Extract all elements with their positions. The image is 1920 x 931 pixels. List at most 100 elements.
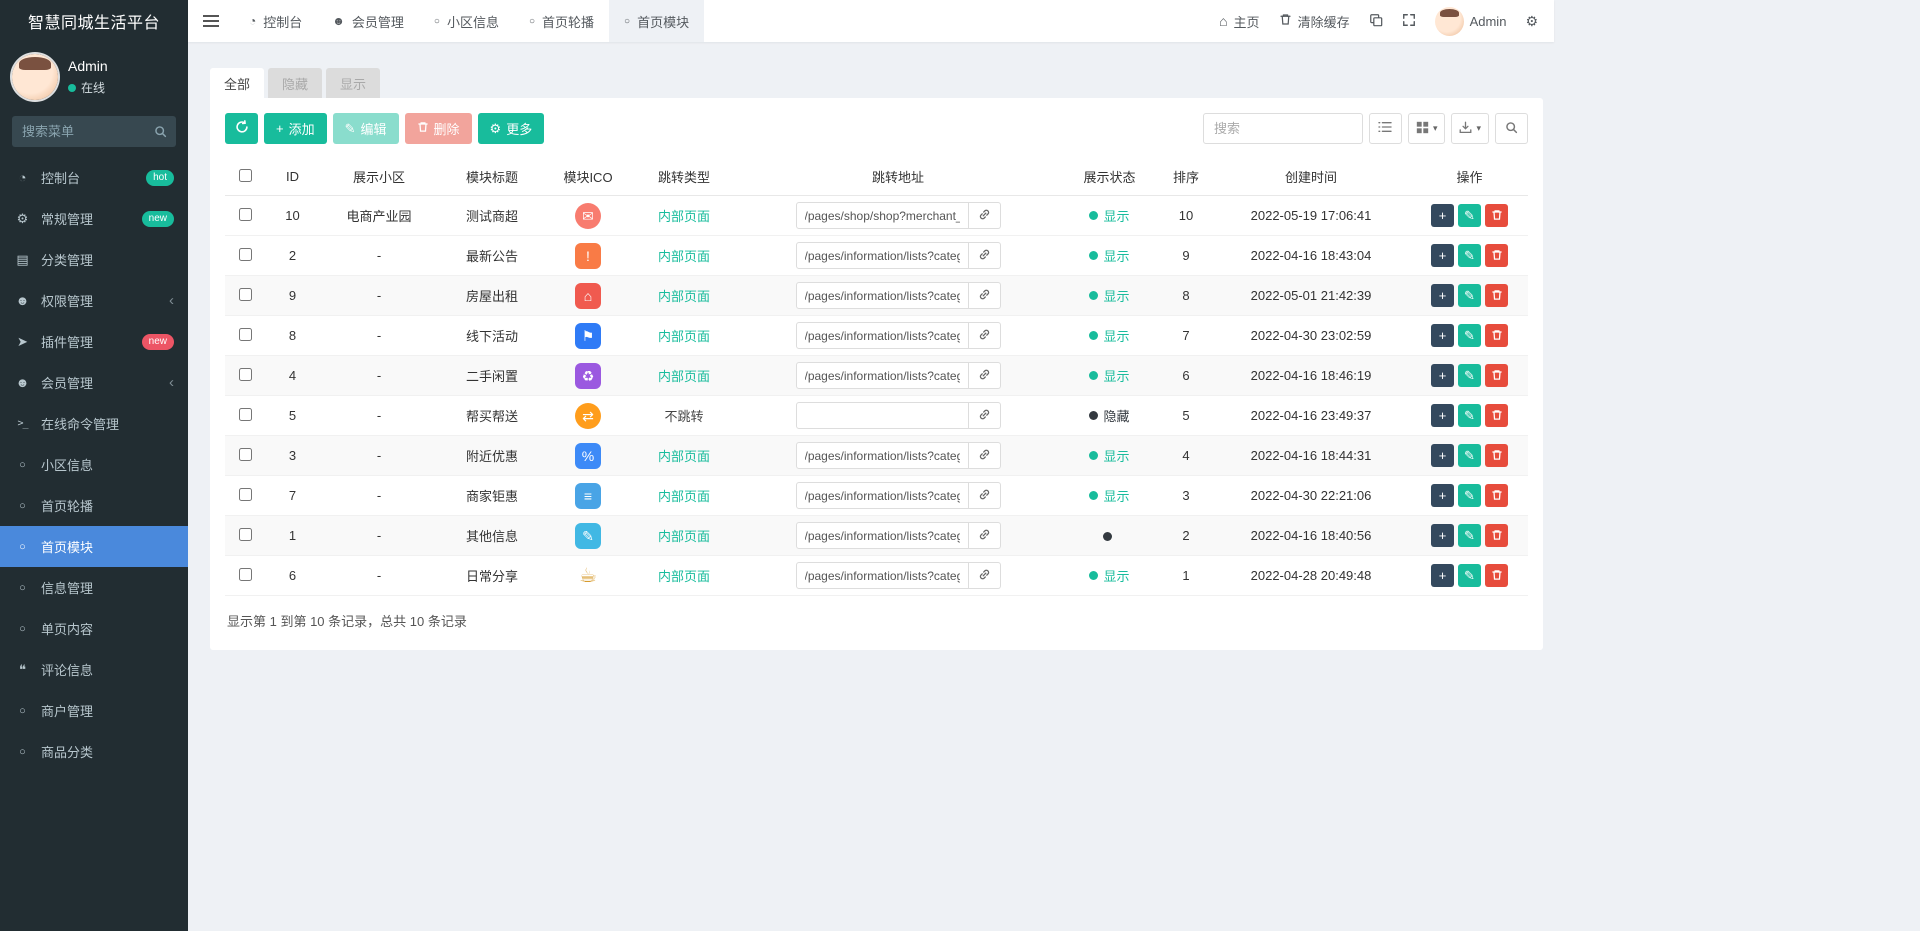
filter-tab-0[interactable]: 全部 xyxy=(210,68,265,98)
row-delete-button[interactable] xyxy=(1485,444,1508,467)
row-edit-button[interactable]: ✎ xyxy=(1458,284,1481,307)
row-detail-button[interactable]: + xyxy=(1431,564,1454,587)
link-button[interactable] xyxy=(968,402,1001,429)
nav-tab-0[interactable]: ◔ 控制台 xyxy=(234,0,317,42)
row-checkbox[interactable] xyxy=(238,287,252,301)
export-button[interactable]: ▾ xyxy=(1451,113,1489,144)
row-checkbox[interactable] xyxy=(238,407,252,421)
row-detail-button[interactable]: + xyxy=(1431,524,1454,547)
column-header-4[interactable]: 跳转类型 xyxy=(630,158,738,196)
nav-tab-3[interactable]: ○ 首页轮播 xyxy=(514,0,609,42)
row-detail-button[interactable]: + xyxy=(1431,244,1454,267)
row-checkbox[interactable] xyxy=(238,567,252,581)
column-header-9[interactable]: 操作 xyxy=(1411,158,1528,196)
row-checkbox[interactable] xyxy=(238,247,252,261)
nav-tab-1[interactable]: ☻ 会员管理 xyxy=(317,0,419,42)
column-header-3[interactable]: 模块ICO xyxy=(546,158,630,196)
link-button[interactable] xyxy=(968,242,1001,269)
column-header-7[interactable]: 排序 xyxy=(1161,158,1211,196)
sidebar-item-14[interactable]: ○ 商品分类 xyxy=(0,731,188,772)
column-header-2[interactable]: 模块标题 xyxy=(438,158,546,196)
row-edit-button[interactable]: ✎ xyxy=(1458,324,1481,347)
row-checkbox[interactable] xyxy=(238,447,252,461)
refresh-button[interactable] xyxy=(225,113,258,144)
row-detail-button[interactable]: + xyxy=(1431,204,1454,227)
language-toggle[interactable] xyxy=(1369,13,1383,30)
row-detail-button[interactable]: + xyxy=(1431,284,1454,307)
row-edit-button[interactable]: ✎ xyxy=(1458,444,1481,467)
nav-tab-4[interactable]: ○ 首页模块 xyxy=(609,0,705,42)
row-edit-button[interactable]: ✎ xyxy=(1458,484,1481,507)
jump-url-input[interactable] xyxy=(795,282,969,309)
sidebar-item-12[interactable]: ❝ 评论信息 xyxy=(0,649,188,690)
sidebar-item-0[interactable]: ◔ 控制台 hot xyxy=(0,157,188,198)
row-edit-button[interactable]: ✎ xyxy=(1458,404,1481,427)
nav-tab-2[interactable]: ○ 小区信息 xyxy=(419,0,514,42)
row-detail-button[interactable]: + xyxy=(1431,364,1454,387)
delete-button[interactable]: 删除 xyxy=(404,113,472,144)
row-delete-button[interactable] xyxy=(1485,204,1508,227)
link-button[interactable] xyxy=(968,322,1001,349)
jump-url-input[interactable] xyxy=(795,442,969,469)
jump-url-input[interactable] xyxy=(795,202,969,229)
jump-url-input[interactable] xyxy=(795,562,969,589)
column-header-0[interactable]: ID xyxy=(265,158,320,196)
row-edit-button[interactable]: ✎ xyxy=(1458,204,1481,227)
home-link[interactable]: ⌂ 主页 xyxy=(1219,12,1259,31)
settings-button[interactable]: ⚙ xyxy=(1525,14,1538,28)
sidebar-item-11[interactable]: ○ 单页内容 xyxy=(0,608,188,649)
jump-url-input[interactable] xyxy=(795,482,969,509)
row-checkbox[interactable] xyxy=(238,487,252,501)
advanced-search-button[interactable] xyxy=(1495,113,1528,144)
clear-cache-link[interactable]: 清除缓存 xyxy=(1279,12,1350,31)
add-button[interactable]: + 添加 xyxy=(264,113,327,144)
link-button[interactable] xyxy=(968,562,1001,589)
row-delete-button[interactable] xyxy=(1485,564,1508,587)
row-delete-button[interactable] xyxy=(1485,484,1508,507)
avatar[interactable] xyxy=(12,54,58,100)
user-menu[interactable]: Admin xyxy=(1434,6,1506,36)
edit-button[interactable]: ✎ 编辑 xyxy=(332,113,399,144)
row-checkbox[interactable] xyxy=(238,207,252,221)
jump-url-input[interactable] xyxy=(795,362,969,389)
row-edit-button[interactable]: ✎ xyxy=(1458,364,1481,387)
row-delete-button[interactable] xyxy=(1485,244,1508,267)
jump-url-input[interactable] xyxy=(795,402,969,429)
sidebar-item-3[interactable]: ☻ 权限管理 ‹ xyxy=(0,280,188,321)
link-button[interactable] xyxy=(968,442,1001,469)
column-header-1[interactable]: 展示小区 xyxy=(320,158,438,196)
menu-search-input[interactable] xyxy=(12,116,176,147)
sidebar-item-7[interactable]: ○ 小区信息 xyxy=(0,444,188,485)
row-edit-button[interactable]: ✎ xyxy=(1458,564,1481,587)
jump-url-input[interactable] xyxy=(795,322,969,349)
column-header-5[interactable]: 跳转地址 xyxy=(738,158,1058,196)
columns-button[interactable]: ▾ xyxy=(1407,113,1446,144)
row-detail-button[interactable]: + xyxy=(1431,484,1454,507)
sidebar-item-9[interactable]: ○ 首页模块 xyxy=(0,526,188,567)
sidebar-item-10[interactable]: ○ 信息管理 xyxy=(0,567,188,608)
link-button[interactable] xyxy=(968,202,1001,229)
select-all-checkbox[interactable] xyxy=(238,168,252,182)
row-detail-button[interactable]: + xyxy=(1431,444,1454,467)
filter-tab-1[interactable]: 隐藏 xyxy=(268,68,323,98)
jump-url-input[interactable] xyxy=(795,522,969,549)
sidebar-item-8[interactable]: ○ 首页轮播 xyxy=(0,485,188,526)
sidebar-item-5[interactable]: ☻ 会员管理 ‹ xyxy=(0,362,188,403)
link-button[interactable] xyxy=(968,282,1001,309)
row-checkbox[interactable] xyxy=(238,327,252,341)
column-header-6[interactable]: 展示状态 xyxy=(1058,158,1161,196)
link-button[interactable] xyxy=(968,522,1001,549)
more-button[interactable]: ⚙ 更多 xyxy=(477,113,545,144)
sidebar-item-2[interactable]: ▤ 分类管理 xyxy=(0,239,188,280)
sidebar-item-13[interactable]: ○ 商户管理 xyxy=(0,690,188,731)
row-delete-button[interactable] xyxy=(1485,284,1508,307)
row-delete-button[interactable] xyxy=(1485,404,1508,427)
view-list-button[interactable] xyxy=(1368,113,1402,144)
row-delete-button[interactable] xyxy=(1485,364,1508,387)
row-detail-button[interactable]: + xyxy=(1431,404,1454,427)
row-edit-button[interactable]: ✎ xyxy=(1458,524,1481,547)
table-search-input[interactable] xyxy=(1202,113,1363,144)
filter-tab-2[interactable]: 显示 xyxy=(326,68,381,98)
sidebar-item-1[interactable]: ⚙ 常规管理 new xyxy=(0,198,188,239)
row-checkbox[interactable] xyxy=(238,367,252,381)
